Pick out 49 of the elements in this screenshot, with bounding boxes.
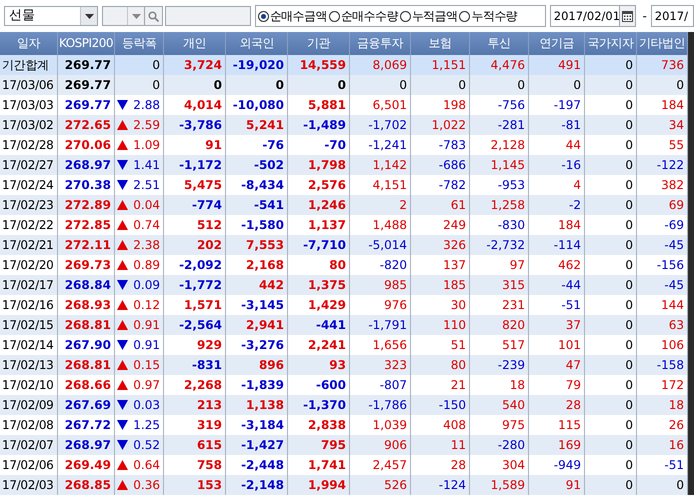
value-cell: 0 bbox=[585, 475, 637, 495]
value-cell: 526 bbox=[350, 475, 411, 495]
change-value: 0.91 bbox=[133, 317, 160, 334]
end-date-field[interactable]: 2017/ bbox=[650, 5, 694, 27]
change-value: 2.51 bbox=[133, 177, 160, 194]
calendar-icon bbox=[622, 10, 634, 22]
value-cell: 0 bbox=[637, 475, 688, 495]
change-value: 1.09 bbox=[133, 137, 160, 154]
code-dropdown[interactable] bbox=[102, 6, 146, 26]
market-dropdown[interactable]: 선물 bbox=[4, 6, 98, 26]
search-field[interactable] bbox=[164, 6, 251, 26]
change-value: 0.97 bbox=[133, 377, 160, 394]
change-value: 0.09 bbox=[133, 277, 160, 294]
date-cell: 17/02/03 bbox=[0, 475, 58, 495]
change-value: 0.15 bbox=[133, 357, 160, 374]
radio-option[interactable]: 누적수량 bbox=[459, 8, 518, 24]
change-value: 0.64 bbox=[133, 457, 160, 474]
search-button[interactable] bbox=[145, 6, 163, 26]
value-cell: 153 bbox=[164, 475, 226, 495]
radio-option[interactable]: 순매수수량 bbox=[328, 8, 398, 24]
index-cell: 268.85 bbox=[58, 475, 115, 495]
change-value: 0.91 bbox=[133, 337, 160, 354]
value-cell: 1,589 bbox=[470, 475, 529, 495]
value-cell: -2,148 bbox=[226, 475, 288, 495]
change-value: 0.03 bbox=[133, 397, 160, 414]
change-value: 0.36 bbox=[133, 477, 160, 494]
change-value: 0.04 bbox=[133, 197, 160, 214]
value-cell: -124 bbox=[411, 475, 470, 495]
calendar-button[interactable] bbox=[620, 5, 636, 27]
caret-icon bbox=[84, 14, 94, 18]
change-value: 2.59 bbox=[133, 117, 160, 134]
change-value: 0.52 bbox=[133, 437, 160, 454]
change-value: 1.41 bbox=[133, 157, 160, 174]
value-cell: 1,994 bbox=[288, 475, 350, 495]
change-value: 0.89 bbox=[133, 257, 160, 274]
caret-icon bbox=[132, 14, 141, 18]
change-value: 0 bbox=[152, 57, 160, 74]
change-value: 2.88 bbox=[133, 97, 160, 114]
change-value: 0.12 bbox=[133, 297, 160, 314]
change-value: 2.38 bbox=[133, 237, 160, 254]
date-separator: - bbox=[642, 9, 647, 23]
value-cell: 91 bbox=[529, 475, 585, 495]
change-value: 0 bbox=[152, 77, 160, 94]
start-date-field[interactable]: 2017/02/01 bbox=[550, 5, 620, 27]
change-value: 1.25 bbox=[133, 417, 160, 434]
change-value: 0.74 bbox=[133, 217, 160, 234]
search-icon bbox=[148, 10, 159, 22]
radio-option[interactable]: 누적금액 bbox=[400, 8, 458, 24]
radio-option[interactable]: 순매수금액 bbox=[258, 8, 327, 24]
